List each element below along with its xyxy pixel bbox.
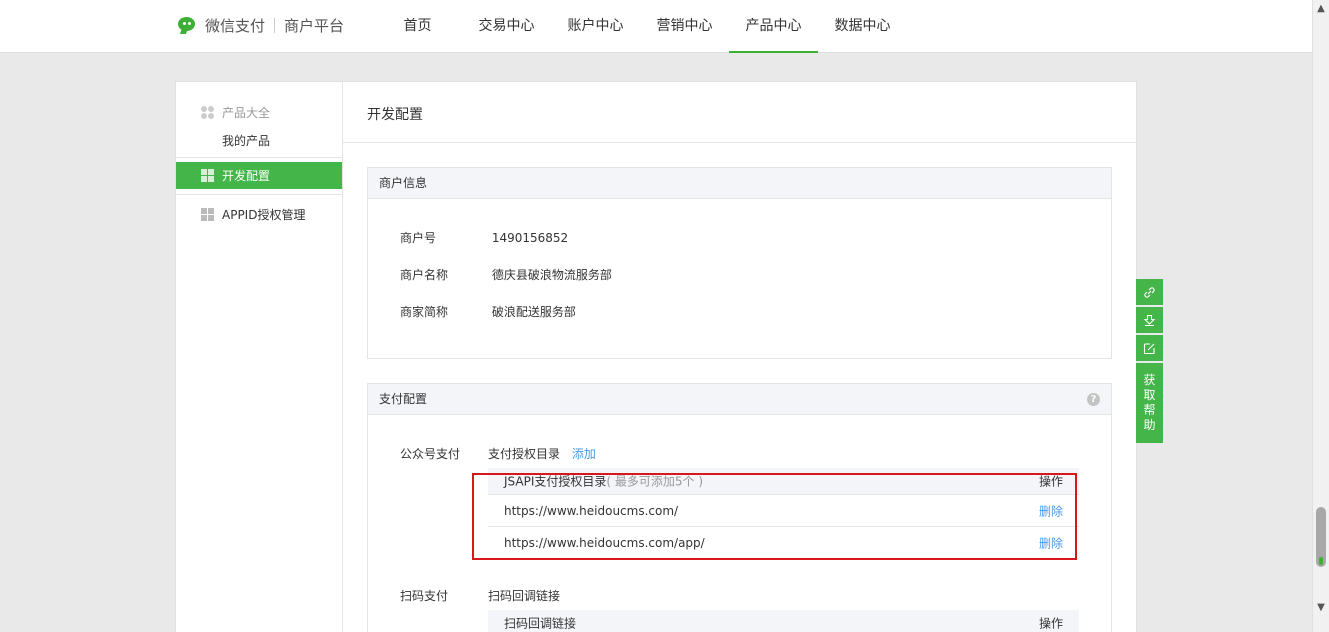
merchant-info-panel: 商户信息 商户号 1490156852 商户名称 德庆县破浪物流服务部 商家简称… — [367, 167, 1112, 359]
brand-divider — [274, 17, 276, 33]
title-divider — [343, 142, 1136, 143]
brand-logo[interactable]: 微信支付 商户平台 — [178, 14, 344, 36]
add-directory-link[interactable]: 添加 — [572, 447, 596, 461]
column-header-action: 操作 — [1038, 474, 1063, 489]
content-area: 开发配置 商户信息 商户号 1490156852 商户名称 德庆县破浪物流服务部… — [343, 82, 1136, 632]
feedback-tool-button[interactable] — [1136, 335, 1163, 361]
main-nav: 首页 交易中心 账户中心 营销中心 产品中心 数据中心 — [373, 0, 907, 53]
native-pay-label: 扫码支付 — [400, 589, 449, 603]
wechat-pay-logo-icon — [178, 15, 200, 35]
merchant-name-row: 商户名称 德庆县破浪物流服务部 — [400, 266, 612, 283]
help-char: 获 — [1143, 373, 1156, 387]
brand-name: 微信支付 — [205, 16, 266, 35]
nav-home[interactable]: 首页 — [373, 0, 462, 53]
main-card: 产品大全 我的产品 开发配置 APPID授权管理 开发配置 商户信息 商户号 1… — [175, 81, 1137, 632]
merchant-id-value: 1490156852 — [491, 231, 569, 245]
nav-product-center[interactable]: 产品中心 — [729, 0, 818, 53]
sidebar: 产品大全 我的产品 开发配置 APPID授权管理 — [176, 82, 343, 632]
link-icon — [1144, 286, 1155, 298]
merchant-name-value: 德庆县破浪物流服务部 — [491, 268, 612, 282]
nav-trade-center[interactable]: 交易中心 — [462, 0, 551, 53]
floating-toolbar: 获 取 帮 助 — [1136, 279, 1163, 443]
top-navbar: 微信支付 商户平台 首页 交易中心 账户中心 营销中心 产品中心 数据中心 — [0, 0, 1312, 53]
native-section-label: 扫码回调链接 — [488, 589, 561, 603]
download-tool-button[interactable] — [1136, 307, 1163, 333]
native-callback-table: 扫码回调链接 操作 — [488, 610, 1079, 632]
scroll-up-icon[interactable]: ▲ — [1313, 1, 1329, 17]
directory-url: https://www.heidoucms.com/ — [504, 503, 679, 518]
sidebar-item-my-products[interactable]: 我的产品 — [222, 132, 270, 149]
nav-data-center[interactable]: 数据中心 — [818, 0, 907, 53]
column-header-callback: 扫码回调链接 — [504, 616, 577, 631]
panel-heading: 支付配置 ? — [368, 384, 1111, 415]
sidebar-group-products[interactable]: 产品大全 — [201, 104, 270, 121]
table-header: 扫码回调链接 操作 — [488, 610, 1079, 632]
table-header: JSAPI支付授权目录( 最多可添加5个 ) 操作 — [488, 468, 1079, 495]
sidebar-divider — [176, 194, 342, 195]
nav-account-center[interactable]: 账户中心 — [551, 0, 640, 53]
help-char: 帮 — [1143, 403, 1156, 417]
sidebar-divider — [176, 157, 342, 158]
column-header-text: JSAPI支付授权目录 — [504, 474, 607, 489]
sidebar-item-label: APPID授权管理 — [222, 208, 306, 222]
apps-icon — [201, 106, 214, 119]
directory-url: https://www.heidoucms.com/app/ — [504, 535, 705, 550]
panel-heading-text: 支付配置 — [379, 392, 428, 406]
help-icon[interactable]: ? — [1087, 393, 1100, 406]
column-header-hint: ( 最多可添加5个 ) — [606, 474, 704, 489]
field-label: 商家简称 — [400, 305, 449, 319]
merchant-id-row: 商户号 1490156852 — [400, 229, 568, 246]
field-label: 商户名称 — [400, 268, 449, 282]
download-icon — [1143, 314, 1156, 326]
get-help-button[interactable]: 获 取 帮 助 — [1136, 363, 1163, 443]
merchant-short-name-row: 商家简称 破浪配送服务部 — [400, 303, 576, 320]
column-header-directory: JSAPI支付授权目录( 最多可添加5个 ) — [504, 473, 703, 490]
delete-link[interactable]: 删除 — [1039, 502, 1063, 519]
jsapi-pay-label: 公众号支付 — [400, 447, 461, 461]
table-row: https://www.heidoucms.com/ 删除 — [488, 495, 1079, 527]
nav-marketing-center[interactable]: 营销中心 — [640, 0, 729, 53]
section-label-text: 支付授权目录 — [488, 447, 561, 461]
sidebar-item-dev-config[interactable]: 开发配置 — [176, 162, 342, 189]
page-title: 开发配置 — [367, 107, 423, 123]
jsapi-directory-table: JSAPI支付授权目录( 最多可添加5个 ) 操作 https://www.he… — [488, 468, 1079, 559]
edit-icon — [1143, 342, 1155, 354]
table-row: https://www.heidoucms.com/app/ 删除 — [488, 527, 1079, 559]
page-scrollbar[interactable]: ▲ ▼ — [1312, 0, 1329, 632]
grid-icon — [201, 169, 214, 182]
jsapi-section-label: 支付授权目录 添加 — [488, 445, 596, 462]
sidebar-group-label: 产品大全 — [222, 106, 271, 120]
help-char: 助 — [1143, 418, 1156, 432]
scroll-down-icon[interactable]: ▼ — [1313, 600, 1329, 616]
field-label: 商户号 — [400, 231, 437, 245]
pay-config-panel: 支付配置 ? 公众号支付 支付授权目录 添加 JSAPI支付授权目录( 最多可添… — [367, 383, 1112, 632]
help-char: 取 — [1143, 388, 1156, 402]
grid-icon — [201, 208, 214, 221]
column-header-action: 操作 — [1038, 616, 1063, 631]
link-tool-button[interactable] — [1136, 279, 1163, 305]
panel-heading: 商户信息 — [368, 168, 1111, 199]
sidebar-item-appid-auth[interactable]: APPID授权管理 — [201, 206, 305, 223]
merchant-short-name-value: 破浪配送服务部 — [491, 305, 576, 319]
brand-subtitle: 商户平台 — [284, 16, 345, 35]
delete-link[interactable]: 删除 — [1039, 534, 1063, 551]
sidebar-item-label: 开发配置 — [222, 169, 271, 183]
scrollbar-thumb[interactable] — [1316, 507, 1326, 567]
